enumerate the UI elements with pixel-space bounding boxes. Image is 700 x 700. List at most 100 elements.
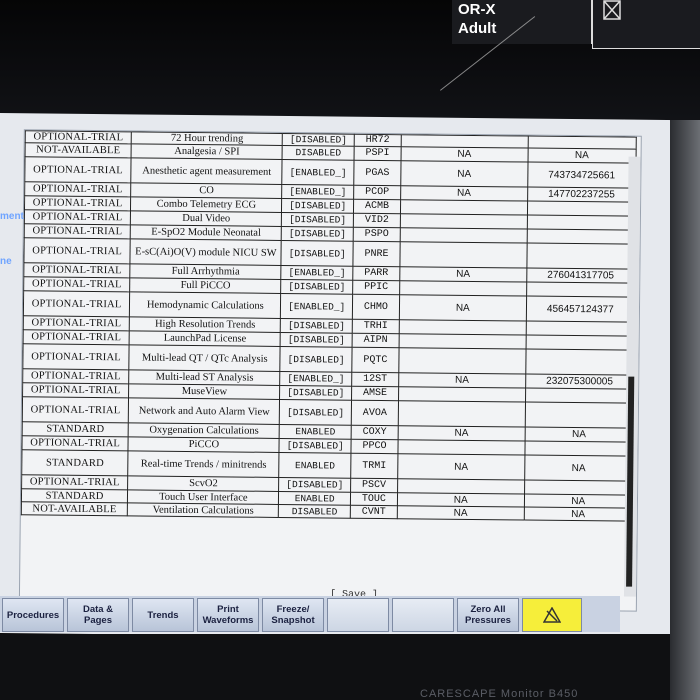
license-status-cell: STANDARD (22, 421, 129, 437)
softkey-label: Print Waveforms (202, 604, 254, 626)
enabled-state-cell: [DISABLED] (281, 240, 354, 267)
license-status-cell: OPTIONAL-TRIAL (22, 382, 129, 398)
alarm-silenced-box[interactable] (592, 0, 700, 49)
license-status-cell: STANDARD (21, 488, 128, 503)
license-key-cell: NA (524, 494, 633, 509)
option-code-cell: ACMB (353, 199, 401, 214)
alarm-pause-button[interactable] (522, 598, 582, 632)
monitor-bottom-bezel (0, 634, 700, 700)
option-code-cell: PSPO (353, 227, 401, 242)
softkey-bar: Procedures Data & Pages Trends Print Wavefo… (0, 596, 620, 632)
option-name-cell: ScvO2 (127, 475, 280, 492)
licenses-panel: OPTIONAL-TRIAL 72 Hour trending [DISABLED]… (18, 129, 642, 612)
trial-info-cell: NA (398, 372, 526, 389)
license-key-cell: NA (523, 507, 633, 522)
license-status-cell: OPTIONAL-TRIAL (21, 435, 129, 451)
trial-info-cell: NA (400, 160, 528, 188)
background-menu-labels: ment ne (0, 205, 24, 267)
license-status-cell: OPTIONAL-TRIAL (23, 237, 131, 264)
license-status-cell: OPTIONAL-TRIAL (23, 315, 130, 331)
license-key-cell: NA (524, 427, 634, 443)
license-status-cell: OPTIONAL-TRIAL (24, 209, 131, 225)
license-key-cell: 743734725661 (527, 162, 637, 189)
option-name-cell: Oxygenation Calculations (128, 422, 280, 439)
license-key-cell (527, 201, 636, 217)
license-status-cell: OPTIONAL-TRIAL (24, 181, 132, 197)
license-key-cell: NA (524, 455, 633, 482)
license-key-cell (524, 480, 633, 496)
license-status-cell: OPTIONAL-TRIAL (22, 343, 130, 370)
trial-info-cell: NA (397, 492, 525, 508)
trial-info-cell (400, 227, 527, 244)
data-pages-button[interactable]: Data & Pages (67, 598, 129, 632)
trial-info-cell: NA (398, 425, 525, 442)
option-name-cell: Analgesia / SPI (131, 143, 283, 160)
option-code-cell: COXY (351, 425, 399, 440)
license-key-cell (525, 388, 634, 404)
trial-info-cell (399, 280, 527, 297)
trends-button[interactable]: Trends (132, 598, 194, 632)
enabled-state-cell: [ENABLED_] (281, 265, 353, 281)
license-status-cell: OPTIONAL-TRIAL (25, 130, 132, 144)
trial-info-cell (398, 347, 526, 375)
enabled-state-cell: DISABLED (278, 504, 351, 519)
option-code-cell: 12ST (351, 372, 399, 387)
option-code-cell: AMSE (351, 386, 399, 401)
care-area-label: OR-X (458, 1, 496, 18)
procedures-button[interactable]: Procedures (2, 598, 64, 632)
option-name-cell: Ventilation Calculations (127, 502, 279, 518)
option-name-cell: CO (130, 182, 283, 199)
option-code-cell: PSCV (350, 478, 398, 493)
license-key-cell: 232075300005 (525, 374, 634, 390)
option-code-cell: AIPN (352, 333, 400, 348)
softkey-label: Data & Pages (82, 604, 114, 626)
license-key-cell: 147702237255 (527, 187, 636, 203)
enabled-state-cell: DISABLED (282, 145, 355, 161)
side-label: ne (0, 256, 12, 267)
option-code-cell: PCOP (353, 185, 401, 200)
option-name-cell: Combo Telemetry ECG (130, 196, 283, 213)
option-code-cell: HR72 (354, 134, 402, 147)
enabled-state-cell: [DISABLED] (279, 438, 352, 454)
trial-info-cell (399, 333, 526, 350)
brand-label: CARESCAPE Monitor B450 (420, 688, 579, 700)
option-name-cell: Network and Auto Alarm View (128, 397, 280, 425)
trial-info-cell (398, 400, 526, 428)
patient-category-box[interactable]: OR-X Adult (452, 0, 592, 44)
license-status-cell: OPTIONAL-TRIAL (23, 329, 130, 345)
freeze-snapshot-button[interactable]: Freeze/ Snapshot (262, 598, 324, 632)
license-key-cell (525, 321, 635, 337)
blank-button (327, 598, 389, 632)
trial-info-cell: NA (399, 294, 527, 322)
zero-all-pressures-button[interactable]: Zero All Pressures (457, 598, 519, 632)
enabled-state-cell: [DISABLED] (282, 133, 355, 147)
option-code-cell: VID2 (353, 213, 401, 228)
enabled-state-cell: [ENABLED_] (280, 371, 352, 387)
trial-info-cell: NA (397, 453, 525, 481)
softkey-label: Zero All Pressures (465, 604, 511, 626)
option-code-cell: AVOA (351, 400, 399, 426)
trial-info-cell: NA (400, 146, 528, 163)
print-waveforms-button[interactable]: Print Waveforms (197, 598, 259, 632)
enabled-state-cell: [DISABLED] (279, 399, 352, 426)
option-code-cell: PSPI (353, 146, 402, 161)
option-code-cell: PPIC (352, 280, 400, 295)
license-status-cell: OPTIONAL-TRIAL (23, 290, 130, 317)
license-key-cell: 276041317705 (526, 268, 635, 284)
trial-info-cell (399, 241, 527, 269)
enabled-state-cell: [DISABLED] (279, 385, 352, 401)
license-key-cell (525, 349, 635, 376)
enabled-state-cell: [DISABLED] (281, 226, 354, 242)
license-status-cell: OPTIONAL-TRIAL (21, 474, 128, 490)
softkey-label: Freeze/ Snapshot (271, 604, 315, 626)
trial-info-cell (399, 319, 527, 336)
license-status-cell: OPTIONAL-TRIAL (24, 195, 131, 211)
trial-info-cell (400, 213, 528, 230)
option-code-cell: CVNT (350, 505, 398, 519)
option-code-cell: TRMI (350, 453, 398, 479)
option-code-cell: PQTC (351, 347, 400, 373)
trial-info-cell: NA (400, 185, 528, 202)
alarm-pause-icon (543, 607, 561, 623)
enabled-state-cell: [ENABLED_] (282, 184, 354, 200)
softkey-label: Procedures (6, 609, 60, 621)
